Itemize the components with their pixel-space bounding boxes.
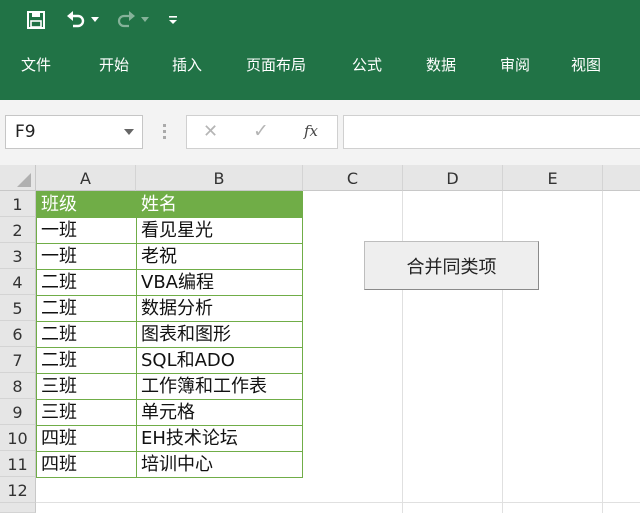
merge-same-items-button[interactable]: 合并同类项 xyxy=(364,241,539,290)
tab-data[interactable]: 数据 xyxy=(426,54,456,75)
cancel-icon[interactable]: ✕ xyxy=(203,121,218,142)
gridline xyxy=(502,191,503,513)
tab-page-layout[interactable]: 页面布局 xyxy=(246,54,306,75)
formula-input[interactable] xyxy=(343,115,640,149)
row-header-12[interactable]: 12 xyxy=(0,477,36,503)
column-header-f[interactable] xyxy=(603,165,640,191)
insert-function-icon[interactable]: fx xyxy=(304,122,318,140)
gridline xyxy=(602,191,603,513)
row-header-5[interactable]: 5 xyxy=(0,295,36,321)
row-header-7[interactable]: 7 xyxy=(0,347,36,373)
cell-a9[interactable]: 三班 xyxy=(36,399,137,426)
cell-a7[interactable]: 二班 xyxy=(36,347,137,374)
cell-b6[interactable]: 图表和图形 xyxy=(136,321,303,348)
formula-bar-grip-icon[interactable] xyxy=(163,123,167,141)
select-all-button[interactable] xyxy=(0,165,36,191)
column-header-e[interactable]: E xyxy=(503,165,603,191)
cell-b9[interactable]: 单元格 xyxy=(136,399,303,426)
gridline xyxy=(402,191,403,513)
tab-home[interactable]: 开始 xyxy=(99,54,129,75)
row-header-10[interactable]: 10 xyxy=(0,425,36,451)
tab-file[interactable]: 文件 xyxy=(21,54,51,75)
name-box[interactable]: F9 xyxy=(5,115,143,149)
tab-view[interactable]: 视图 xyxy=(571,54,601,75)
cell-a3[interactable]: 一班 xyxy=(36,243,137,270)
column-header-c[interactable]: C xyxy=(303,165,403,191)
customize-icon[interactable] xyxy=(166,8,180,32)
undo-dropdown-icon[interactable] xyxy=(90,8,100,32)
cell-a5[interactable]: 二班 xyxy=(36,295,137,322)
row-header-3[interactable]: 3 xyxy=(0,243,36,269)
row-header-9[interactable]: 9 xyxy=(0,399,36,425)
cell-a11[interactable]: 四班 xyxy=(36,451,137,478)
cell-b2[interactable]: 看见星光 xyxy=(136,217,303,244)
ribbon-tabs: 文件 开始 插入 页面布局 公式 数据 审阅 视图 xyxy=(0,54,640,80)
row-header-13[interactable] xyxy=(0,503,36,513)
row-header-2[interactable]: 2 xyxy=(0,217,36,243)
tab-review[interactable]: 审阅 xyxy=(500,54,530,75)
row-header-4[interactable]: 4 xyxy=(0,269,36,295)
enter-icon[interactable]: ✓ xyxy=(253,120,269,142)
cell-a1[interactable]: 班级 xyxy=(36,191,137,218)
quick-access-toolbar xyxy=(0,0,640,40)
redo-dropdown-icon xyxy=(140,8,150,32)
row-header-11[interactable]: 11 xyxy=(0,451,36,477)
cell-b5[interactable]: 数据分析 xyxy=(136,295,303,322)
redo-icon xyxy=(114,8,138,32)
column-header-d[interactable]: D xyxy=(403,165,503,191)
chevron-down-icon[interactable] xyxy=(124,129,134,135)
save-icon[interactable] xyxy=(24,8,48,32)
cell-b10[interactable]: EH技术论坛 xyxy=(136,425,303,452)
formula-tools: ✕ ✓ fx xyxy=(186,115,338,149)
column-header-a[interactable]: A xyxy=(36,165,136,191)
gridline xyxy=(36,502,640,503)
column-header-b[interactable]: B xyxy=(136,165,303,191)
cell-b8[interactable]: 工作簿和工作表 xyxy=(136,373,303,400)
cell-a8[interactable]: 三班 xyxy=(36,373,137,400)
cell-b11[interactable]: 培训中心 xyxy=(136,451,303,478)
worksheet-grid: A B C D E 1 2 3 4 5 6 7 8 9 10 11 12 班级 … xyxy=(0,165,640,513)
name-box-value: F9 xyxy=(15,122,36,142)
cell-b7[interactable]: SQL和ADO xyxy=(136,347,303,374)
tab-formulas[interactable]: 公式 xyxy=(352,54,382,75)
row-header-8[interactable]: 8 xyxy=(0,373,36,399)
cell-b1[interactable]: 姓名 xyxy=(136,191,303,218)
row-header-6[interactable]: 6 xyxy=(0,321,36,347)
cell-b3[interactable]: 老祝 xyxy=(136,243,303,270)
cell-a10[interactable]: 四班 xyxy=(36,425,137,452)
row-header-1[interactable]: 1 xyxy=(0,191,36,217)
ribbon: 文件 开始 插入 页面布局 公式 数据 审阅 视图 xyxy=(0,0,640,100)
cell-b4[interactable]: VBA编程 xyxy=(136,269,303,296)
cell-a4[interactable]: 二班 xyxy=(36,269,137,296)
undo-icon[interactable] xyxy=(64,8,88,32)
cell-a2[interactable]: 一班 xyxy=(36,217,137,244)
tab-insert[interactable]: 插入 xyxy=(172,54,202,75)
cell-a6[interactable]: 二班 xyxy=(36,321,137,348)
